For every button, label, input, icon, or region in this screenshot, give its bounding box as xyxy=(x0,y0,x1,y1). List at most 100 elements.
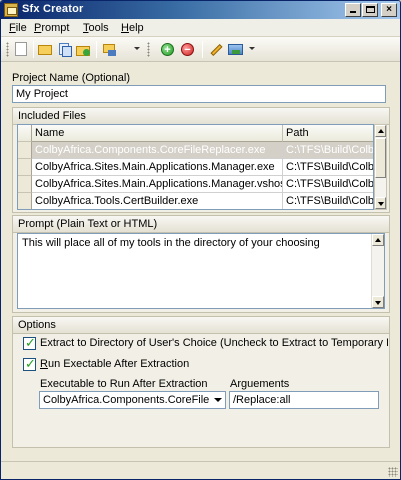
remove-button[interactable]: − xyxy=(179,41,196,58)
row-header[interactable] xyxy=(18,142,32,159)
included-files-grid[interactable]: Name Path ColbyAfrica.Components.CoreFil… xyxy=(17,124,374,210)
toolbar-grip[interactable] xyxy=(147,42,150,57)
grid-vertical-scrollbar[interactable] xyxy=(374,124,387,210)
menu-file-label: ile xyxy=(15,22,27,34)
executable-label: Executable to Run After Extraction xyxy=(40,378,208,390)
options-header: Options xyxy=(13,317,389,334)
scroll-down-icon xyxy=(375,301,381,305)
menu-file[interactable]: File xyxy=(9,22,27,34)
arguments-label: Arguements xyxy=(230,378,290,390)
scroll-thumb[interactable] xyxy=(375,138,386,178)
scroll-down-button[interactable] xyxy=(375,197,386,209)
run-after-accel: R xyxy=(40,358,48,370)
column-header-name[interactable]: Name xyxy=(32,125,283,142)
file-path-cell[interactable]: C:\TFS\Build\ColbyAfri... xyxy=(283,176,373,193)
edit-icon xyxy=(210,43,223,57)
toolbar-separator xyxy=(96,41,97,58)
menu-tools[interactable]: Tools xyxy=(83,22,109,34)
file-path-cell[interactable]: C:\TFS\Build\ColbyAfri... xyxy=(283,159,373,176)
close-button[interactable]: × xyxy=(381,3,397,17)
scroll-up-button[interactable] xyxy=(375,125,386,137)
file-path-cell[interactable]: C:\TFS\Build\ColbyAfri... xyxy=(283,142,373,159)
table-row[interactable]: ColbyAfrica.Sites.Main.Applications.Mana… xyxy=(18,176,373,193)
executable-select-value: ColbyAfrica.Components.CoreFileReplacer xyxy=(43,394,209,406)
run-after-label-text: un Exectable After Extraction xyxy=(47,358,190,370)
included-files-header: Included Files xyxy=(13,108,389,125)
checkmark-icon: ✓ xyxy=(25,335,36,350)
add-folder-button[interactable] xyxy=(75,41,92,58)
toolbar-separator xyxy=(33,41,34,58)
file-name-cell[interactable]: ColbyAfrica.Tools.CertBuilder.exe xyxy=(32,193,283,209)
scroll-down-icon xyxy=(378,202,384,206)
menu-prompt[interactable]: Prompt xyxy=(34,22,69,34)
close-icon: × xyxy=(386,4,392,15)
add-button[interactable]: + xyxy=(159,41,176,58)
checkmark-icon: ✓ xyxy=(25,356,36,371)
menu-help[interactable]: Help xyxy=(121,22,144,34)
import-dropdown-icon[interactable] xyxy=(134,47,140,50)
open-button[interactable] xyxy=(37,41,54,58)
extract-to-choice-checkbox[interactable]: ✓ xyxy=(23,335,36,350)
menu-help-accel: H xyxy=(121,22,129,34)
minimize-icon xyxy=(350,11,356,13)
sfx-creator-window: Sfx Creator × File Prompt Tools Help + −… xyxy=(0,0,401,480)
menu-bar: File Prompt Tools Help xyxy=(1,19,400,37)
maximize-icon xyxy=(366,6,375,13)
grid-header-row: Name Path xyxy=(18,125,373,142)
file-name-cell[interactable]: ColbyAfrica.Components.CoreFileReplacer.… xyxy=(32,142,283,159)
window-title: Sfx Creator xyxy=(22,3,84,15)
import-button[interactable] xyxy=(101,41,118,58)
minimize-button[interactable] xyxy=(345,3,361,17)
row-header[interactable] xyxy=(18,176,32,193)
menu-prompt-label: rompt xyxy=(41,22,70,34)
menu-file-accel: F xyxy=(9,22,16,34)
new-icon xyxy=(15,42,27,56)
add-folder-icon xyxy=(76,46,90,56)
open-icon xyxy=(38,45,52,55)
remove-icon: − xyxy=(181,43,194,56)
run-after-extraction-label[interactable]: Run Exectable After Extraction xyxy=(40,358,189,370)
copy-button[interactable] xyxy=(56,41,73,58)
new-button[interactable] xyxy=(13,41,30,58)
title-bar: Sfx Creator × xyxy=(1,1,400,19)
project-name-input[interactable]: My Project xyxy=(12,85,386,103)
executable-select[interactable]: ColbyAfrica.Components.CoreFileReplacer xyxy=(39,391,226,409)
menu-tools-label: ools xyxy=(88,22,109,34)
table-row[interactable]: ColbyAfrica.Tools.CertBuilder.exe C:\TFS… xyxy=(18,193,373,209)
prompt-textarea[interactable]: This will place all of my tools in the d… xyxy=(17,233,385,309)
image-button[interactable] xyxy=(227,41,244,58)
toolbar-grip[interactable] xyxy=(6,42,9,57)
edit-button[interactable] xyxy=(207,41,224,58)
row-header[interactable] xyxy=(18,193,32,209)
table-row[interactable]: ColbyAfrica.Components.CoreFileReplacer.… xyxy=(18,142,373,159)
project-name-label: Project Name (Optional) xyxy=(12,72,130,84)
arguments-input[interactable]: /Replace:all xyxy=(229,391,379,409)
file-name-cell[interactable]: ColbyAfrica.Sites.Main.Applications.Mana… xyxy=(32,176,283,193)
scroll-up-icon xyxy=(378,129,384,133)
run-after-extraction-checkbox[interactable]: ✓ xyxy=(23,356,36,371)
menu-help-label: elp xyxy=(128,22,144,34)
file-name-cell[interactable]: ColbyAfrica.Sites.Main.Applications.Mana… xyxy=(32,159,283,176)
extract-to-choice-label[interactable]: Extract to Directory of User's Choice (U… xyxy=(40,337,388,349)
prompt-header: Prompt (Plain Text or HTML) xyxy=(13,216,389,233)
toolbar-separator xyxy=(202,41,203,58)
maximize-button[interactable] xyxy=(362,3,378,17)
image-icon xyxy=(228,44,243,55)
scroll-up-button[interactable] xyxy=(372,234,384,246)
file-path-cell[interactable]: C:\TFS\Build\ColbyAfri... xyxy=(283,193,373,209)
row-header[interactable] xyxy=(18,159,32,176)
resize-grip[interactable] xyxy=(388,467,398,477)
scroll-down-button[interactable] xyxy=(372,296,384,308)
add-icon: + xyxy=(161,43,174,56)
image-dropdown-icon[interactable] xyxy=(249,47,255,50)
toolbar: + − xyxy=(1,37,400,62)
column-header-path[interactable]: Path xyxy=(283,125,373,142)
import-icon xyxy=(103,44,116,56)
scroll-up-icon xyxy=(375,238,381,242)
chevron-down-icon xyxy=(214,398,222,402)
table-row[interactable]: ColbyAfrica.Sites.Main.Applications.Mana… xyxy=(18,159,373,176)
prompt-scrollbar[interactable] xyxy=(371,234,384,308)
status-bar xyxy=(1,461,400,479)
grid-corner xyxy=(18,125,32,142)
app-icon xyxy=(4,3,18,17)
